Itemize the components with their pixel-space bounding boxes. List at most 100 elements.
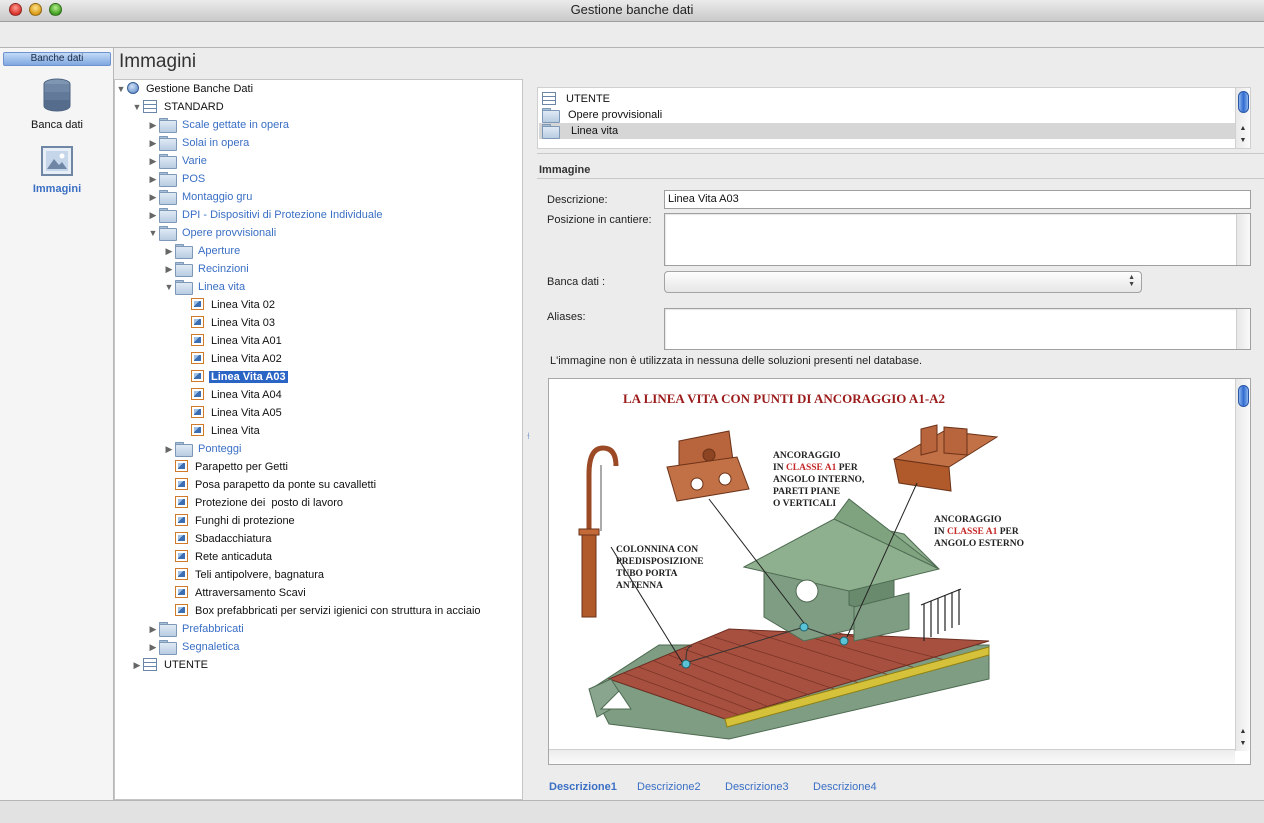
tab-descrizione4[interactable]: Descrizione4: [813, 781, 877, 793]
nav-header[interactable]: Banche dati: [3, 52, 111, 66]
left-navigation: Banche dati Banca dati Immagini: [0, 48, 114, 800]
minimize-window-button[interactable]: [29, 3, 42, 16]
collapsed-arrow-icon[interactable]: ▶: [147, 170, 159, 188]
tree-node-image[interactable]: Attraversamento Scavi: [163, 584, 308, 602]
tree-node-label: Segnaletica: [182, 641, 240, 653]
database-icon: [542, 92, 556, 105]
tree-node-image[interactable]: Linea Vita 03: [179, 314, 277, 332]
path-list-item[interactable]: Opere provvisionali: [539, 107, 1235, 123]
tab-descrizione1[interactable]: Descrizione1: [549, 781, 617, 793]
tree-node-utente[interactable]: ▶ UTENTE: [131, 656, 210, 674]
image-file-icon: [175, 604, 188, 616]
tree-node-image[interactable]: Sbadacchiatura: [163, 530, 273, 548]
tab-descrizione3[interactable]: Descrizione3: [725, 781, 789, 793]
tree-node-folder[interactable]: ▶ Solai in opera: [147, 134, 251, 152]
expanded-arrow-icon[interactable]: ▼: [115, 80, 127, 98]
tree-node-image[interactable]: Linea Vita A02: [179, 350, 284, 368]
path-list: UTENTE Opere provvisionali Linea vita ▲ …: [537, 87, 1251, 149]
tree-node-folder[interactable]: ▶ DPI - Dispositivi di Protezione Individ…: [147, 206, 385, 224]
collapsed-arrow-icon[interactable]: ▶: [147, 620, 159, 638]
collapsed-arrow-icon[interactable]: ▶: [147, 638, 159, 656]
tree-node-image[interactable]: Linea Vita A05: [179, 404, 284, 422]
aliases-textarea[interactable]: [664, 308, 1251, 350]
banca-dati-select[interactable]: ▲ ▼: [664, 271, 1142, 293]
tree-node-image[interactable]: Rete anticaduta: [163, 548, 274, 566]
tree-node-folder[interactable]: ▶ Ponteggi: [163, 440, 243, 458]
nav-item-banca-dati[interactable]: Banca dati: [0, 78, 114, 131]
scrollbar-thumb[interactable]: [1238, 91, 1249, 113]
tree-node-label: Attraversamento Scavi: [195, 587, 306, 599]
tree-node-image[interactable]: Box prefabbricati per servizi igienici c…: [163, 602, 483, 620]
textarea-scrollbar[interactable]: [1236, 309, 1250, 349]
collapsed-arrow-icon[interactable]: ▶: [163, 242, 175, 260]
tree-node-root[interactable]: ▼ Gestione Banche Dati: [115, 80, 255, 98]
path-list-item-selected[interactable]: Linea vita: [539, 123, 1235, 139]
drag-handle-icon[interactable]: ⟊: [527, 431, 530, 442]
scroll-up-icon[interactable]: ▲: [1236, 726, 1250, 738]
tree-node-image[interactable]: Linea Vita A04: [179, 386, 284, 404]
tree-node-image[interactable]: Linea Vita: [179, 422, 262, 440]
image-horizontal-scrollbar[interactable]: [549, 749, 1235, 764]
scrollbar-thumb[interactable]: [1238, 385, 1249, 407]
tree-node-folder[interactable]: ▼ Linea vita: [163, 278, 247, 296]
collapsed-arrow-icon[interactable]: ▶: [163, 440, 175, 458]
tree-node-folder[interactable]: ▶ Recinzioni: [163, 260, 251, 278]
tree-node-label: Linea Vita: [211, 425, 260, 437]
callout-text: TUBO PORTA: [616, 569, 678, 579]
tree-node-label: Linea Vita 03: [211, 317, 276, 329]
collapsed-arrow-icon[interactable]: ▶: [147, 188, 159, 206]
illustration-title: LA LINEA VITA CON PUNTI DI ANCORAGGIO A1…: [623, 391, 945, 406]
collapsed-arrow-icon[interactable]: ▶: [147, 134, 159, 152]
tree-node-label: Recinzioni: [198, 263, 249, 275]
tree-node-folder[interactable]: ▶ Segnaletica: [147, 638, 242, 656]
image-file-icon: [191, 316, 204, 328]
scroll-down-icon[interactable]: ▼: [1236, 135, 1250, 147]
tree-node-image[interactable]: Linea Vita A01: [179, 332, 284, 350]
tree-node-folder[interactable]: ▶ POS: [147, 170, 207, 188]
tree-node-image[interactable]: Teli antipolvere, bagnatura: [163, 566, 326, 584]
posizione-textarea[interactable]: [664, 213, 1251, 266]
tree-node-folder[interactable]: ▶ Scale gettate in opera: [147, 116, 291, 134]
path-list-item[interactable]: UTENTE: [539, 91, 1235, 107]
tree-node-image[interactable]: Protezione dei posto di lavoro: [163, 494, 345, 512]
image-scrollbar[interactable]: ▲ ▼: [1235, 379, 1250, 751]
tree-node-folder[interactable]: ▶ Montaggio gru: [147, 188, 254, 206]
tree-node-folder[interactable]: ▶ Prefabbricati: [147, 620, 246, 638]
image-file-icon: [175, 514, 188, 526]
folder-icon: [159, 118, 177, 133]
tree-node-image[interactable]: Funghi di protezione: [163, 512, 297, 530]
folder-icon: [159, 136, 177, 151]
collapsed-arrow-icon[interactable]: ▶: [147, 152, 159, 170]
descrizione-input[interactable]: Linea Vita A03: [664, 190, 1251, 209]
collapsed-arrow-icon[interactable]: ▶: [131, 656, 143, 674]
collapsed-arrow-icon[interactable]: ▶: [147, 116, 159, 134]
tree-node-image[interactable]: Posa parapetto da ponte su cavalletti: [163, 476, 378, 494]
scroll-down-icon[interactable]: ▼: [1236, 738, 1250, 750]
tree-node-image-selected[interactable]: Linea Vita A03: [179, 368, 288, 386]
collapsed-arrow-icon[interactable]: ▶: [147, 206, 159, 224]
tree-node-label: Funghi di protezione: [195, 515, 295, 527]
zoom-window-button[interactable]: [49, 3, 62, 16]
tree-node-image[interactable]: Linea Vita 02: [179, 296, 277, 314]
close-window-button[interactable]: [9, 3, 22, 16]
image-file-icon: [191, 352, 204, 364]
collapsed-arrow-icon[interactable]: ▶: [163, 260, 175, 278]
tree-node-image[interactable]: Parapetto per Getti: [163, 458, 290, 476]
updown-caret-icon: ▲ ▼: [1128, 274, 1135, 288]
scroll-up-icon[interactable]: ▲: [1236, 123, 1250, 135]
tree-node-folder[interactable]: ▼ Opere provvisionali: [147, 224, 278, 242]
nav-item-immagini[interactable]: Immagini: [0, 146, 114, 195]
expanded-arrow-icon[interactable]: ▼: [163, 278, 175, 296]
divider-line: [537, 153, 1264, 154]
expanded-arrow-icon[interactable]: ▼: [147, 224, 159, 242]
split-divider[interactable]: ⟊: [523, 79, 537, 800]
tree-node-folder[interactable]: ▶ Aperture: [163, 242, 242, 260]
textarea-scrollbar[interactable]: [1236, 214, 1250, 265]
tab-descrizione2[interactable]: Descrizione2: [637, 781, 701, 793]
tree-node-standard[interactable]: ▼ STANDARD: [131, 98, 226, 116]
path-list-scrollbar[interactable]: ▲ ▼: [1235, 88, 1250, 148]
section-title: Immagine: [539, 164, 591, 176]
image-file-icon: [175, 532, 188, 544]
expanded-arrow-icon[interactable]: ▼: [131, 98, 143, 116]
tree-node-folder[interactable]: ▶ Varie: [147, 152, 209, 170]
